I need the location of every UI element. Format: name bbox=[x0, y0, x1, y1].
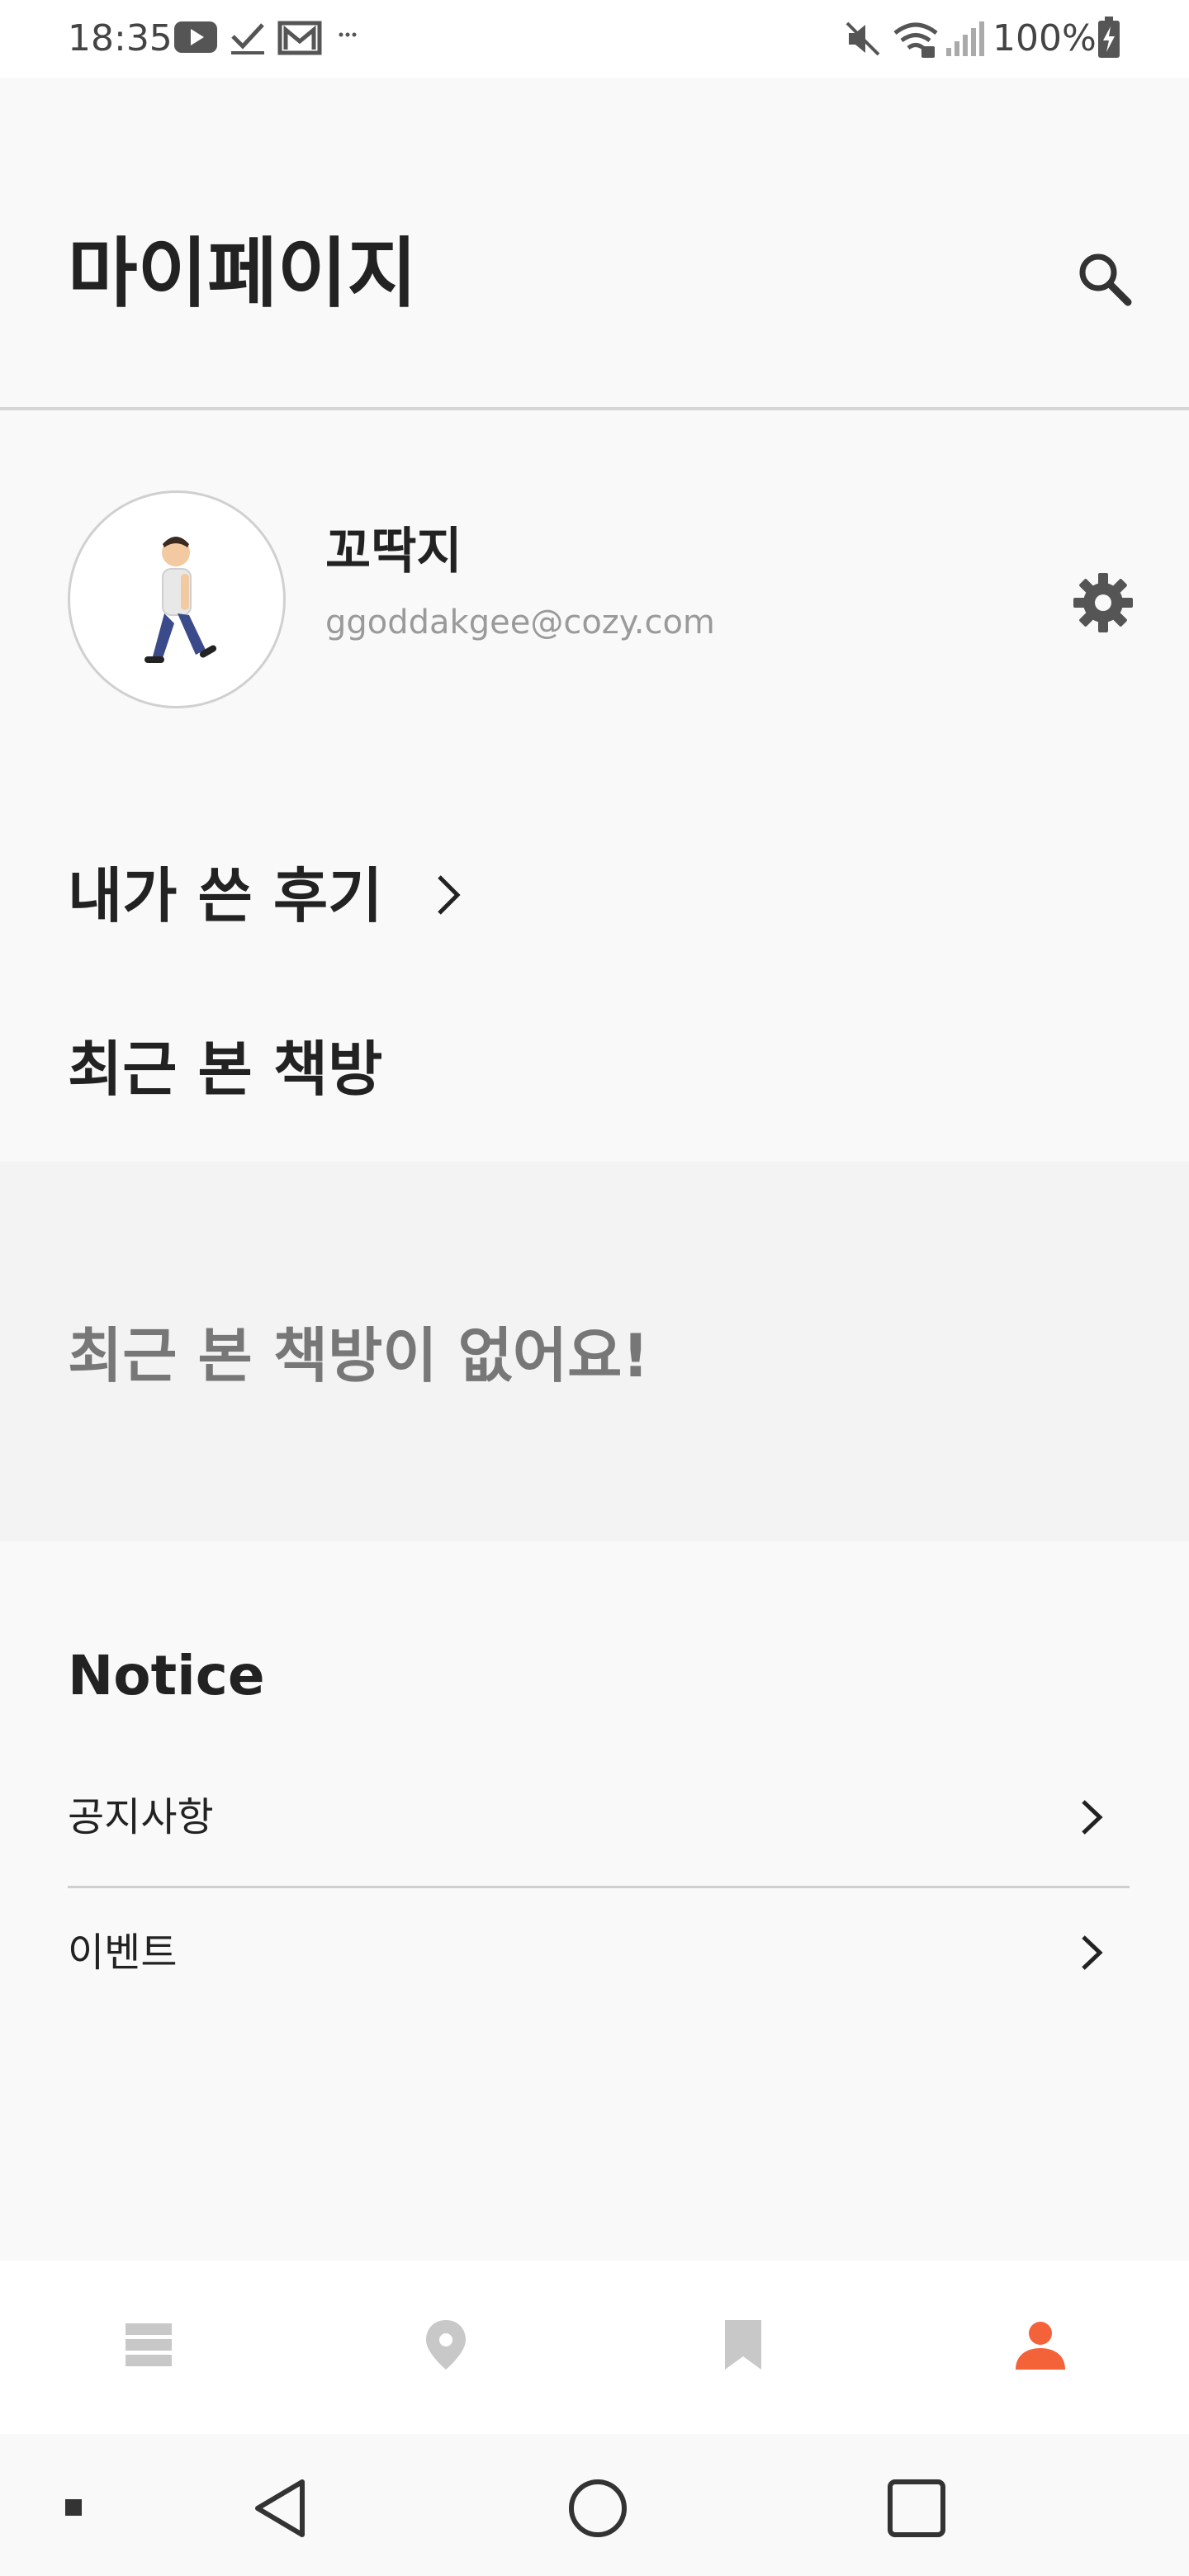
list-icon bbox=[126, 2323, 172, 2366]
home-icon bbox=[569, 2479, 627, 2537]
mute-icon bbox=[846, 21, 880, 56]
bookmark-icon bbox=[725, 2320, 761, 2370]
list-item-events[interactable]: 이벤트 bbox=[68, 1907, 1130, 1998]
gear-icon bbox=[1073, 573, 1133, 632]
settings-button[interactable] bbox=[1070, 570, 1136, 636]
back-icon bbox=[255, 2479, 305, 2537]
check-icon bbox=[231, 23, 264, 54]
list-item-notices[interactable]: 공지사항 bbox=[68, 1772, 1130, 1863]
status-bar: 18:35 100% bbox=[0, 0, 1189, 78]
youtube-icon bbox=[174, 21, 217, 53]
header-divider bbox=[0, 407, 1189, 410]
my-reviews-link[interactable]: 내가 쓴 후기 bbox=[68, 850, 497, 941]
recents-button[interactable] bbox=[883, 2475, 950, 2541]
notice-title: Notice bbox=[68, 1644, 265, 1707]
small-square-icon bbox=[65, 2499, 82, 2516]
chevron-right-icon bbox=[1082, 1800, 1103, 1835]
gmail-icon bbox=[277, 21, 322, 55]
location-pin-icon bbox=[426, 2320, 466, 2370]
more-dots-icon bbox=[339, 32, 357, 37]
person-icon bbox=[1016, 2322, 1065, 2370]
nav-tab-list[interactable] bbox=[0, 2261, 297, 2434]
nav-tab-bookmark[interactable] bbox=[594, 2261, 892, 2434]
chevron-right-icon bbox=[438, 875, 461, 915]
avatar[interactable] bbox=[68, 490, 286, 708]
recents-icon bbox=[888, 2479, 945, 2537]
walking-person-avatar bbox=[144, 537, 217, 663]
list-divider bbox=[68, 1886, 1130, 1888]
nav-tab-map[interactable] bbox=[297, 2261, 594, 2434]
battery-percentage: 100% bbox=[992, 17, 1097, 59]
user-email: ggoddakgee@cozy.com bbox=[325, 604, 715, 642]
chevron-right-icon bbox=[1082, 1935, 1103, 1970]
bottom-navigation bbox=[0, 2261, 1189, 2434]
signal-icon bbox=[946, 21, 984, 56]
status-time: 18:35 bbox=[68, 17, 173, 59]
system-navigation-bar bbox=[0, 2434, 1189, 2576]
home-button[interactable] bbox=[565, 2475, 631, 2541]
list-item-label: 이벤트 bbox=[68, 1930, 178, 1976]
battery-charging-icon bbox=[1098, 17, 1120, 58]
wifi-icon bbox=[893, 22, 938, 58]
user-name: 꼬딱지 bbox=[325, 523, 462, 580]
list-item-label: 공지사항 bbox=[68, 1794, 214, 1840]
search-icon bbox=[1079, 253, 1132, 306]
search-button[interactable] bbox=[1073, 248, 1136, 310]
page-title: 마이페이지 bbox=[68, 230, 418, 318]
back-button[interactable] bbox=[248, 2475, 314, 2541]
recent-rooms-empty-message: 최근 본 책방이 없어요! bbox=[68, 1321, 650, 1390]
recent-rooms-title: 최근 본 책방 bbox=[68, 1035, 383, 1104]
nav-tab-mypage[interactable] bbox=[892, 2261, 1189, 2434]
my-reviews-label: 내가 쓴 후기 bbox=[68, 861, 383, 930]
